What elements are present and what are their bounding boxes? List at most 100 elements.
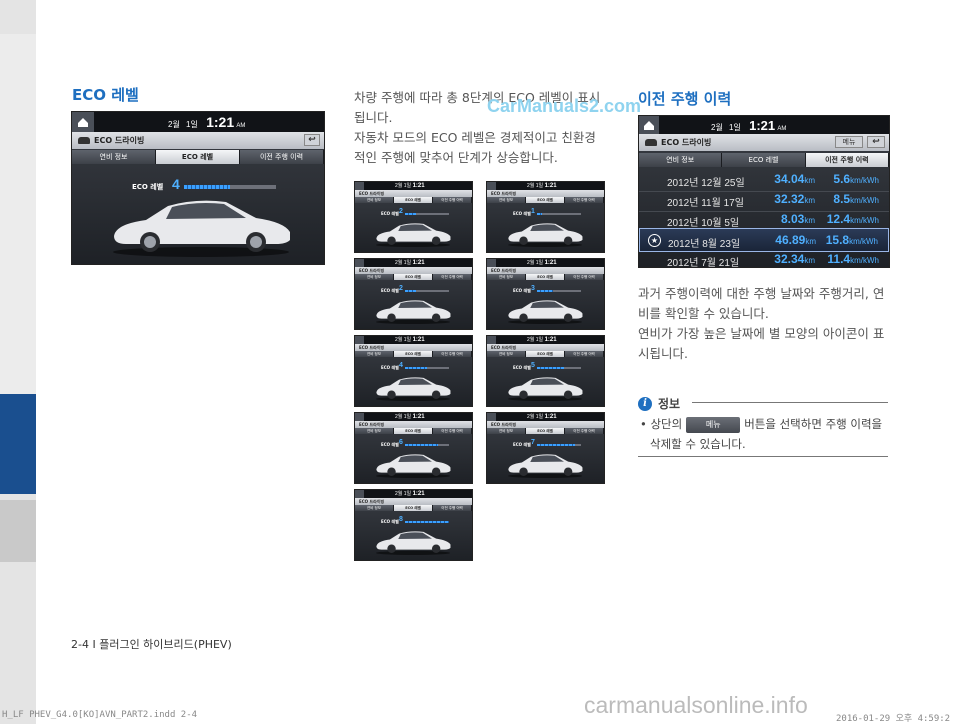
car-image (375, 531, 451, 556)
car-icon (645, 139, 657, 146)
menu-button[interactable]: 메뉴 (835, 136, 863, 148)
row-efficiency: 5.6km/kWh (833, 172, 879, 186)
tab-fuel-info: 연비 정보 (355, 505, 394, 511)
star-icon: ★ (648, 234, 661, 247)
status-bar: 2월 1일 1:21 AM (639, 116, 889, 134)
eco-level-thumbnail: 2월 1일 1:21 ECO 드라이빙 연비 정보 ECO 레벨 이전 주행 이… (354, 258, 473, 330)
eco-level-bar (537, 290, 581, 292)
screen-tabs: 연비 정보 ECO 레벨 이전 주행 이력 (355, 197, 472, 203)
screen-title: ECO 드라이빙 (491, 268, 517, 273)
print-date-label: 2016-01-29 오후 4:59:2 (836, 714, 951, 724)
distance-unit: km (805, 237, 816, 246)
month-text: 2월 (395, 491, 403, 497)
month-text: 2월 (527, 337, 535, 343)
screen-tabs: 연비 정보 ECO 레벨 이전 주행 이력 (355, 274, 472, 280)
car-image (507, 377, 583, 402)
car-image (113, 200, 290, 257)
row-distance: 46.89km (756, 233, 816, 247)
screen-title-bar: ECO 드라이빙 메뉴 ↩ (639, 134, 889, 151)
efficiency-value: 12.4 (826, 212, 851, 226)
status-bar: 2월 1일 1:21 (355, 336, 472, 344)
eco-level-bar (405, 521, 449, 523)
tab-history: 이전 주행 이력 (565, 351, 604, 357)
eco-level-value: 8 (399, 516, 403, 523)
text-line: 비를 확인할 수 있습니다. (638, 306, 769, 321)
date-time: 2월 1일 1:21 (395, 336, 425, 343)
screen-title-bar: ECO 드라이빙 ↩ (72, 132, 324, 149)
clock-ampm: AM (236, 123, 246, 129)
month-text: 2월 (395, 183, 403, 189)
status-bar: 2월 1일 1:21 (487, 336, 604, 344)
row-efficiency: 12.4km/kWh (827, 212, 879, 226)
distance-unit: km (804, 256, 815, 265)
home-button[interactable] (72, 112, 94, 132)
month-text: 2월 (527, 183, 535, 189)
tab-fuel-info: 연비 정보 (355, 197, 394, 203)
car-image-wrap (505, 220, 585, 252)
eco-level-bar (405, 444, 449, 446)
eco-level-bar (537, 367, 581, 369)
row-distance: 34.04km (755, 172, 815, 186)
date-time: 2월 1일 1:21 AM (711, 118, 786, 133)
tab-history[interactable]: 이전 주행 이력 (240, 150, 324, 164)
date-time: 2월 1일 1:21 (395, 490, 425, 497)
clock-time: 1:21 (412, 491, 425, 497)
screen-title-bar: ECO 드라이빙 (487, 190, 604, 197)
status-bar: 2월 1일 1:21 (355, 182, 472, 190)
history-screen: 2월 1일 1:21 AM ECO 드라이빙 메뉴 ↩ 연비 정보 ECO 레벨… (638, 115, 890, 268)
screen-title-bar: ECO 드라이빙 (355, 421, 472, 428)
home-icon (487, 413, 496, 421)
status-bar: 2월 1일 1:21 (355, 413, 472, 421)
screen-tabs: 연비 정보 ECO 레벨 이전 주행 이력 (487, 274, 604, 280)
tab-fuel-info[interactable]: 연비 정보 (72, 150, 156, 164)
eco-level-label: ECO 레벨 (513, 442, 531, 447)
car-image-wrap (373, 528, 453, 560)
tab-eco-level: ECO 레벨 (394, 428, 433, 434)
info-pre-text: 상단의 (650, 417, 683, 431)
tab-history: 이전 주행 이력 (565, 274, 604, 280)
text-line: 자동차 모드의 ECO 레벨은 경제적이고 친환경 (354, 130, 596, 145)
car-image-wrap (505, 451, 585, 483)
text-line: 과거 주행이력에 대한 주행 날짜와 주행거리, 연 (638, 286, 885, 301)
eco-level-label: ECO 레벨 (381, 519, 399, 524)
side-tab-grey (0, 500, 36, 562)
home-icon (355, 336, 364, 344)
tab-eco-level[interactable]: ECO 레벨 (156, 150, 240, 164)
screen-tabs: 연비 정보 ECO 레벨 이전 주행 이력 (487, 197, 604, 203)
month-text: 2월 (711, 123, 723, 132)
eco-level-bar (537, 213, 581, 215)
efficiency-value: 8.5 (833, 192, 851, 206)
back-button[interactable]: ↩ (867, 136, 885, 148)
day-text: 1일 (403, 491, 412, 497)
date-time: 2월 1일 1:21 AM (168, 114, 245, 130)
menu-button-illustration: 메뉴 (686, 416, 741, 433)
tab-fuel-info[interactable]: 연비 정보 (639, 153, 723, 167)
tab-history[interactable]: 이전 주행 이력 (805, 153, 889, 167)
text-line: 시됩니다. (638, 346, 688, 361)
car-icon (78, 137, 90, 144)
car-image (507, 223, 583, 248)
screen-title: ECO 드라이빙 (359, 422, 385, 427)
eco-level-bar (405, 290, 449, 292)
distance-value: 34.04 (774, 172, 805, 186)
side-tab-blank (0, 34, 36, 394)
month-text: 2월 (395, 337, 403, 343)
clock-time: 1:21 (544, 337, 557, 343)
day-text: 1일 (403, 260, 412, 266)
back-button[interactable]: ↩ (304, 134, 320, 146)
tab-eco-level[interactable]: ECO 레벨 (722, 153, 806, 167)
screen-tabs: 연비 정보 ECO 레벨 이전 주행 이력 (487, 428, 604, 434)
clock-time: 1:21 (412, 337, 425, 343)
home-button[interactable] (639, 116, 659, 134)
tab-fuel-info: 연비 정보 (355, 428, 394, 434)
eco-level-label: ECO 레벨 (513, 211, 531, 216)
info-header: i 정보 (638, 395, 680, 412)
month-text: 2월 (527, 260, 535, 266)
eco-level-bar (537, 444, 581, 446)
screen-title-bar: ECO 드라이빙 (355, 267, 472, 274)
info-note: • 상단의 메뉴 버튼을 선택하면 주행 이력을 삭제할 수 있습니다. (640, 414, 890, 454)
history-row[interactable]: 2012년 7월 21일 32.34km 11.4km/kWh (639, 248, 889, 267)
date-time: 2월 1일 1:21 (395, 413, 425, 420)
back-arrow-icon: ↩ (872, 137, 880, 147)
day-text: 1일 (403, 183, 412, 189)
